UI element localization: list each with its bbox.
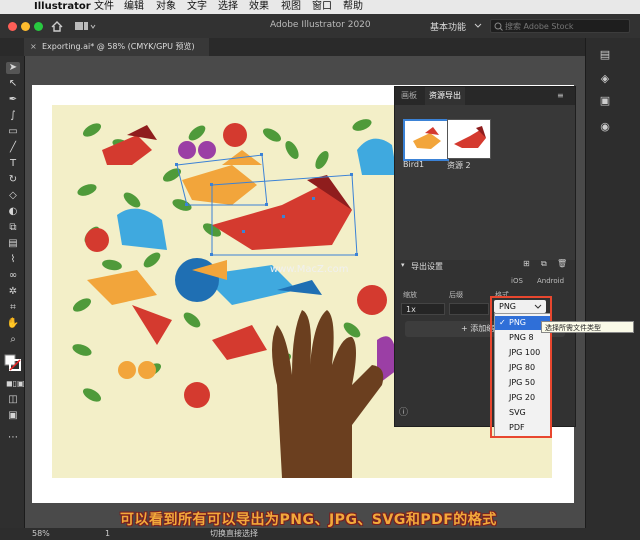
zoom-window-button[interactable] [34,22,43,31]
highlight-box [490,296,552,438]
column-suffix: 后缀 [449,291,463,299]
asset-label: 资源 2 [447,161,471,170]
document-tab-label: Exporting.ai* @ 58% (CMYK/GPU 预览) [42,42,195,51]
search-icon [494,22,503,31]
export-settings-header: ▾ 导出设置 ⊞ ⧉ 🗑 [395,259,575,275]
curvature-tool-icon[interactable]: ∫ [6,110,20,122]
red-bird-shape [102,135,152,165]
menu-file[interactable]: 文件 [94,0,114,14]
arrange-documents-icon[interactable] [74,19,96,33]
tooltip: 选择所需文件类型 [541,321,634,333]
asset-thumbnail-asset2[interactable] [447,119,491,159]
screen-mode-icon[interactable]: ▣ [6,410,20,422]
platform-ios[interactable]: iOS [511,277,523,285]
direct-selection-tool-icon[interactable]: ↖ [6,78,20,90]
color-panel-icon[interactable]: ◉ [598,120,612,134]
rectangle-tool-icon[interactable]: ▭ [6,126,20,138]
menu-view[interactable]: 视图 [281,0,301,14]
right-panel-dock: ▤ ◈ ▣ ◉ [585,38,640,528]
layers-panel-icon[interactable]: ◈ [598,72,612,86]
menu-type[interactable]: 文字 [187,0,207,14]
app-title-bar: Adobe Illustrator 2020 基本功能 搜索 Adobe Sto… [0,14,640,39]
eraser-tool-icon[interactable]: ◇ [6,190,20,202]
system-menu-bar: Illustrator 文件 编辑 对象 文字 选择 效果 视图 窗口 帮助 [0,0,640,14]
rotate-tool-icon[interactable]: ↻ [6,174,20,186]
panel-tabs: 画板 资源导出 ≡ [395,87,575,105]
zoom-level[interactable]: 58% [32,528,50,540]
asset2-preview-icon [454,126,486,148]
minimize-window-button[interactable] [21,22,30,31]
platform-android[interactable]: Android [537,277,564,285]
add-scale-icon[interactable]: ⊞ [523,259,530,268]
caption-text: 可以看到所有可以导出为PNG、JPG、SVG和PDF的格式 [120,512,497,528]
zoom-tool-icon[interactable]: ⌕ [6,334,20,346]
menu-effect[interactable]: 效果 [249,0,269,14]
window-title: Adobe Illustrator 2020 [270,20,371,30]
chevron-down-icon [474,23,482,28]
paintbrush-tool-icon[interactable]: ╱ [6,142,20,154]
trash-icon[interactable]: 🗑 [557,259,567,268]
app-menu[interactable]: Illustrator [34,0,91,14]
gradient-tool-icon[interactable]: ▤ [6,238,20,250]
tools-panel: ➤ ↖ ✒ ∫ ▭ ╱ T ↻ ◇ ◐ ⧉ ▤ ⌇ ∞ ✲ ⌗ ✋ ⌕ ◼▯▣ … [0,56,25,528]
eyedropper-tool-icon[interactable]: ⌇ [6,254,20,266]
stock-search-input[interactable]: 搜索 Adobe Stock [490,19,630,33]
workspace-switcher[interactable]: 基本功能 [430,20,466,33]
menu-select[interactable]: 选择 [218,0,238,14]
menu-help[interactable]: 帮助 [343,0,363,14]
collapse-chevron-icon[interactable]: ▾ [401,261,405,269]
symbol-sprayer-tool-icon[interactable]: ✲ [6,286,20,298]
menu-object[interactable]: 对象 [156,0,176,14]
info-icon[interactable]: ⓘ [399,405,408,418]
type-tool-icon[interactable]: T [6,158,20,170]
document-tab-bar: × Exporting.ai* @ 58% (CMYK/GPU 预览) [0,38,585,56]
warp-tool-icon[interactable]: ◐ [6,206,20,218]
artboard-tool-icon[interactable]: ⌗ [6,302,20,314]
color-mode-icon[interactable]: ◼▯▣ [6,378,25,390]
column-scale: 缩放 [403,291,417,299]
close-tab-icon[interactable]: × [30,38,37,56]
blend-tool-icon[interactable]: ∞ [6,270,20,282]
bird1-preview-icon [413,127,441,149]
asset-label: Bird1 [403,160,425,169]
document-tab[interactable]: × Exporting.ai* @ 58% (CMYK/GPU 预览) [24,38,209,56]
asset-thumbnail-bird1[interactable] [403,119,449,161]
free-transform-tool-icon[interactable]: ⧉ [6,222,20,234]
duplicate-icon[interactable]: ⧉ [541,259,547,269]
tab-artboards[interactable]: 画板 [401,87,417,105]
export-settings-label: 导出设置 [411,262,443,271]
properties-panel-icon[interactable]: ▤ [598,48,612,62]
suffix-input[interactable] [449,303,489,315]
tab-asset-export[interactable]: 资源导出 [425,87,465,105]
watermark-text: www.MacZ.com [270,264,349,275]
libraries-panel-icon[interactable]: ▣ [598,94,612,108]
more-tools-icon[interactable]: ⋯ [6,432,20,444]
hand-tool-icon[interactable]: ✋ [6,318,20,330]
close-window-button[interactable] [8,22,17,31]
menu-edit[interactable]: 编辑 [124,0,144,14]
plus-icon: + [461,324,471,333]
asset-thumbnails: Bird1 资源 2 [395,105,575,260]
panel-menu-icon[interactable]: ≡ [557,87,564,105]
home-icon[interactable] [50,19,64,33]
status-bar: 58% 1 切换直接选择 [0,528,640,540]
menu-window[interactable]: 窗口 [312,0,332,14]
artboard-number[interactable]: 1 [105,528,110,540]
scale-select[interactable]: 1x [401,303,445,315]
drawing-mode-icon[interactable]: ◫ [6,394,20,406]
status-tool-hint: 切换直接选择 [210,529,258,538]
fill-stroke-icon[interactable] [4,354,22,372]
selection-tool-icon[interactable]: ➤ [6,62,20,74]
pen-tool-icon[interactable]: ✒ [6,94,20,106]
